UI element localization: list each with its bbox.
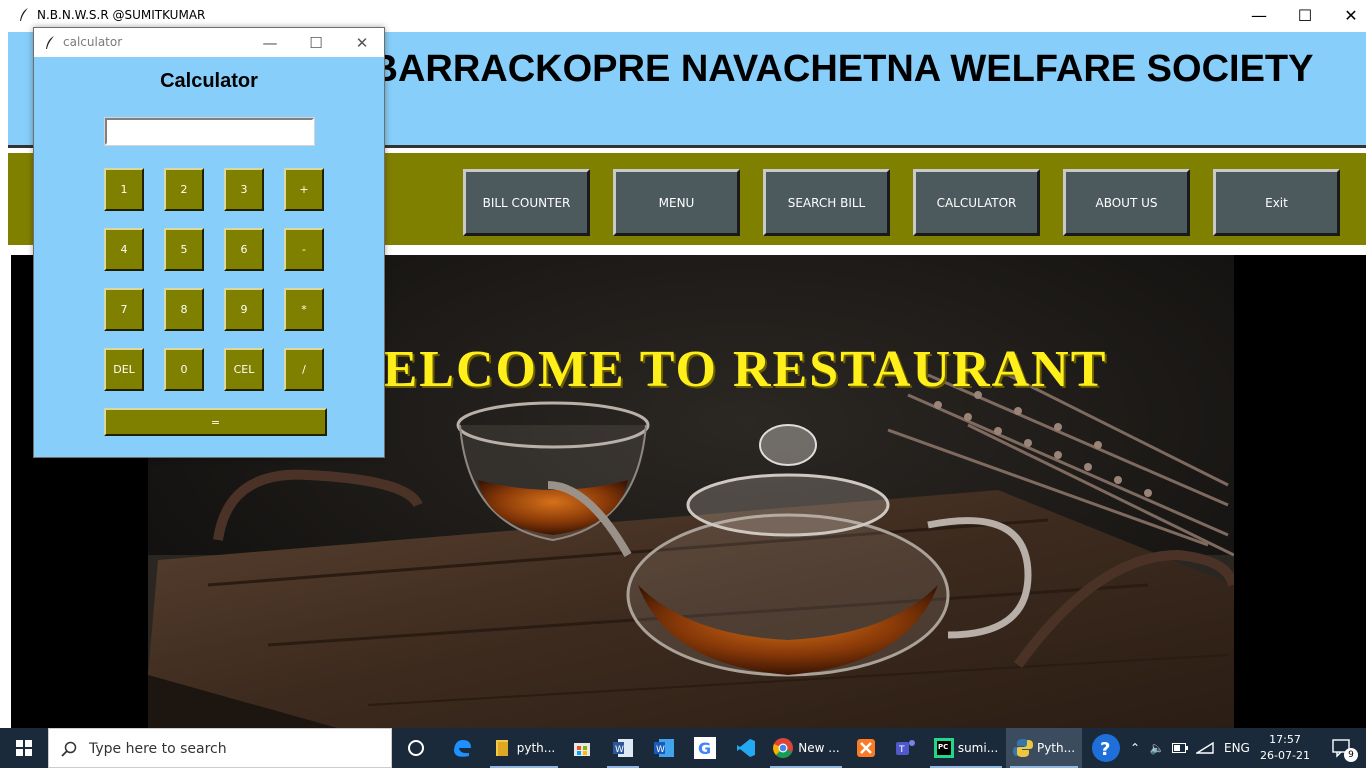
system-tray: ⌃ 🔈 ENG xyxy=(1128,728,1250,768)
calc-close-button[interactable]: ✕ xyxy=(339,28,385,57)
search-bill-button[interactable]: SEARCH BILL xyxy=(763,169,890,236)
cortana-icon xyxy=(408,740,424,756)
taskbar-app-file-explorer[interactable]: pyth... xyxy=(486,728,562,768)
svg-text:?: ? xyxy=(1100,739,1110,760)
bill-counter-button[interactable]: BILL COUNTER xyxy=(463,169,590,236)
key-5[interactable]: 5 xyxy=(164,228,204,271)
xampp-icon xyxy=(857,739,875,757)
help-icon: ? xyxy=(1092,734,1120,762)
taskbar-app-edge[interactable] xyxy=(442,728,482,768)
key-cel[interactable]: CEL xyxy=(224,348,264,391)
tk-feather-icon xyxy=(20,8,28,21)
taskbar-app-label: Pyth... xyxy=(1036,741,1076,755)
key-divide[interactable]: / xyxy=(284,348,324,391)
minimize-button[interactable]: — xyxy=(1236,0,1282,30)
taskbar-app-store[interactable] xyxy=(562,728,602,768)
calc-minimize-button[interactable]: — xyxy=(247,28,293,57)
windows-logo-icon xyxy=(16,740,32,756)
exit-button[interactable]: Exit xyxy=(1213,169,1340,236)
svg-text:W: W xyxy=(615,745,624,755)
taskbar-app-teams[interactable]: T xyxy=(886,728,926,768)
pycharm-icon: PC xyxy=(933,738,954,758)
key-minus[interactable]: - xyxy=(284,228,324,271)
language-indicator[interactable]: ENG xyxy=(1224,741,1250,755)
taskbar-app-label: New ... xyxy=(798,741,840,755)
key-3[interactable]: 3 xyxy=(224,168,264,211)
calculator-heading: Calculator xyxy=(160,70,258,92)
key-del[interactable]: DEL xyxy=(104,348,144,391)
calculator-titlebar[interactable]: calculator — ☐ ✕ xyxy=(34,28,384,57)
key-7[interactable]: 7 xyxy=(104,288,144,331)
windows-taskbar: Type here to search pyth... W W G New ..… xyxy=(0,728,1366,768)
taskbar-clock[interactable]: 17:57 26-07-21 xyxy=(1256,732,1314,764)
taskbar-app-pycharm[interactable]: PC sumi... xyxy=(926,728,1006,768)
notification-badge: 9 xyxy=(1344,748,1358,762)
calculator-button[interactable]: CALCULATOR xyxy=(913,169,1040,236)
calculator-window: calculator — ☐ ✕ Calculator 1 2 3 + 4 5 … xyxy=(33,27,385,458)
taskbar-app-chrome[interactable]: New ... xyxy=(766,728,846,768)
vscode-icon xyxy=(737,739,755,757)
key-1[interactable]: 1 xyxy=(104,168,144,211)
notification-center-button[interactable]: 9 xyxy=(1318,728,1366,768)
key-multiply[interactable]: * xyxy=(284,288,324,331)
taskbar-app-vscode[interactable] xyxy=(726,728,766,768)
taskbar-search-box[interactable]: Type here to search xyxy=(48,728,392,768)
store-icon xyxy=(574,743,590,756)
help-button[interactable]: ? xyxy=(1088,728,1124,768)
key-8[interactable]: 8 xyxy=(164,288,204,331)
taskbar-app-label: pyth... xyxy=(516,741,556,755)
start-button[interactable] xyxy=(0,728,48,768)
calculator-display[interactable] xyxy=(104,117,315,146)
folder-icon xyxy=(495,740,508,756)
about-us-button[interactable]: ABOUT US xyxy=(1063,169,1190,236)
key-4[interactable]: 4 xyxy=(104,228,144,271)
tk-feather-icon xyxy=(46,36,54,49)
main-window-title: N.B.N.W.S.R @SUMITKUMAR xyxy=(37,8,206,22)
key-0[interactable]: 0 xyxy=(164,348,204,391)
search-placeholder: Type here to search xyxy=(89,741,227,757)
key-plus[interactable]: + xyxy=(284,168,324,211)
taskbar-app-word-file[interactable]: W xyxy=(603,728,643,768)
menu-button[interactable]: MENU xyxy=(613,169,740,236)
edge-icon xyxy=(454,740,471,757)
word-icon: W xyxy=(654,739,674,757)
key-2[interactable]: 2 xyxy=(164,168,204,211)
battery-icon[interactable] xyxy=(1172,743,1188,753)
maximize-button[interactable]: ☐ xyxy=(1282,0,1328,30)
svg-text:G: G xyxy=(698,739,711,758)
taskbar-app-python[interactable]: Pyth... xyxy=(1006,728,1082,768)
taskbar-app-xampp[interactable] xyxy=(846,728,886,768)
chevron-up-icon[interactable]: ⌃ xyxy=(1128,741,1142,755)
svg-text:T: T xyxy=(898,745,905,755)
left-rail xyxy=(0,30,8,728)
svg-text:W: W xyxy=(656,745,665,755)
clock-date: 26-07-21 xyxy=(1260,749,1310,762)
cortana-button[interactable] xyxy=(396,728,436,768)
key-9[interactable]: 9 xyxy=(224,288,264,331)
taskbar-app-label: sumi... xyxy=(957,741,999,755)
key-6[interactable]: 6 xyxy=(224,228,264,271)
calculator-window-title: calculator xyxy=(63,35,123,49)
teams-icon: T xyxy=(896,740,915,755)
volume-icon[interactable]: 🔈 xyxy=(1146,741,1168,755)
key-equals[interactable]: = xyxy=(104,408,327,436)
calc-maximize-button[interactable]: ☐ xyxy=(293,28,339,57)
chrome-icon xyxy=(773,738,794,758)
google-icon: G xyxy=(694,737,716,759)
python-icon xyxy=(1012,739,1033,757)
clock-time: 17:57 xyxy=(1269,733,1301,746)
taskbar-app-google[interactable]: G xyxy=(685,728,725,768)
wifi-icon[interactable] xyxy=(1196,741,1214,755)
close-button[interactable]: ✕ xyxy=(1328,0,1366,30)
search-icon xyxy=(61,741,77,757)
taskbar-app-word[interactable]: W xyxy=(644,728,684,768)
svg-text:PC: PC xyxy=(938,743,948,751)
main-titlebar[interactable]: N.B.N.W.S.R @SUMITKUMAR — ☐ ✕ xyxy=(0,0,1366,30)
word-document-icon: W xyxy=(613,739,633,757)
